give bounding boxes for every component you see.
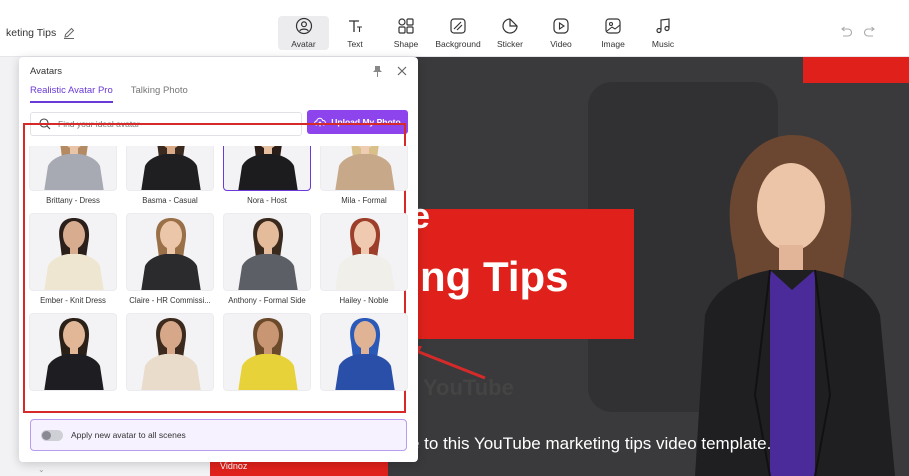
- close-icon[interactable]: [397, 66, 407, 76]
- avatar-name: Basma - Casual: [142, 196, 198, 205]
- avatar-name: Ember - Knit Dress: [40, 296, 106, 305]
- avatar-name: Mila - Formal: [341, 196, 387, 205]
- avatar-card[interactable]: Hailey - Noble: [320, 213, 408, 305]
- background-icon: [450, 18, 466, 34]
- avatar-thumbnail[interactable]: [223, 213, 311, 291]
- avatars-panel: Avatars Realistic Avatar Pro Talking Pho…: [19, 57, 418, 462]
- undo-icon[interactable]: [839, 26, 853, 38]
- tool-avatar[interactable]: Avatar: [278, 16, 329, 50]
- tool-music-label: Music: [651, 39, 675, 49]
- sticker-icon: [502, 18, 518, 34]
- avatar-figure: [44, 218, 104, 290]
- tool-text[interactable]: Text: [337, 16, 373, 50]
- avatar-card[interactable]: Ember - Knit Dress: [29, 213, 117, 305]
- video-icon: [553, 18, 569, 34]
- avatar-thumbnail[interactable]: [29, 146, 117, 191]
- tab-realistic-avatar-pro[interactable]: Realistic Avatar Pro: [30, 85, 113, 103]
- avatar-card[interactable]: Claire - HR Commissi...: [126, 213, 214, 305]
- tool-text-label: Text: [347, 39, 363, 49]
- avatar-name: Brittany - Dress: [46, 196, 100, 205]
- avatar-card[interactable]: Mila - Formal: [320, 146, 408, 205]
- avatar-name: Nora - Host: [247, 196, 287, 205]
- tool-image[interactable]: Image: [595, 16, 631, 50]
- avatar-thumbnail[interactable]: [320, 313, 408, 391]
- avatar-card[interactable]: [223, 313, 311, 396]
- avatar-thumbnail[interactable]: [320, 146, 408, 191]
- tab-talking-photo[interactable]: Talking Photo: [131, 85, 188, 103]
- avatar-figure: [335, 318, 395, 390]
- avatar-tabs: Realistic Avatar Pro Talking Photo: [30, 85, 188, 103]
- tool-video[interactable]: Video: [543, 16, 579, 50]
- avatar-thumbnail[interactable]: [126, 146, 214, 191]
- avatar-card[interactable]: Nora - Host: [223, 146, 311, 205]
- avatar-figure: [335, 146, 395, 190]
- avatar-figure: [335, 218, 395, 290]
- avatar-thumbnail[interactable]: [29, 313, 117, 391]
- avatar-card[interactable]: [320, 313, 408, 396]
- avatar-figure: [238, 218, 298, 290]
- tool-music[interactable]: Music: [645, 16, 681, 50]
- avatar-grid: Brittany - Dress Basma - Casual Nora - Hos…: [29, 146, 409, 408]
- red-banner-top: [803, 57, 909, 83]
- project-title-text[interactable]: keting Tips: [6, 27, 56, 39]
- avatar-thumbnail[interactable]: [223, 313, 311, 391]
- avatar-icon: [295, 17, 312, 35]
- avatar-thumbnail[interactable]: [320, 213, 408, 291]
- avatar-thumbnail[interactable]: [223, 146, 311, 191]
- history-controls: [839, 26, 877, 38]
- tool-video-label: Video: [550, 39, 572, 49]
- apply-all-label: Apply new avatar to all scenes: [71, 430, 186, 440]
- avatar-name: Hailey - Noble: [339, 296, 389, 305]
- avatar-card[interactable]: Brittany - Dress: [29, 146, 117, 205]
- apply-all-toggle[interactable]: [41, 429, 63, 441]
- avatar-figure: [238, 318, 298, 390]
- tool-sticker[interactable]: Sticker: [492, 16, 528, 50]
- collapse-chevron-icon[interactable]: ⌄: [38, 465, 45, 474]
- panel-title: Avatars: [30, 66, 63, 77]
- avatar-figure: [141, 218, 201, 290]
- pin-icon[interactable]: [372, 65, 383, 77]
- shape-icon: [398, 18, 414, 34]
- tool-background[interactable]: Background: [432, 16, 484, 50]
- tool-shape-label: Shape: [393, 39, 419, 49]
- avatar-figure: [141, 146, 201, 190]
- avatar-card[interactable]: [126, 313, 214, 396]
- tool-background-label: Background: [435, 39, 481, 49]
- project-title[interactable]: keting Tips: [6, 26, 76, 40]
- avatar-card[interactable]: Basma - Casual: [126, 146, 214, 205]
- headline-line2[interactable]: ng Tips: [420, 253, 569, 301]
- avatar-thumbnail[interactable]: [126, 213, 214, 291]
- caption-text[interactable]: e to this YouTube marketing tips video t…: [410, 434, 771, 454]
- presenter-avatar[interactable]: [675, 115, 909, 476]
- image-icon: [605, 18, 621, 34]
- avatar-name: Claire - HR Commissi...: [129, 296, 211, 305]
- avatar-figure: [141, 318, 201, 390]
- tool-image-label: Image: [601, 39, 625, 49]
- top-toolbar: keting Tips Avatar Text Shape Background…: [0, 0, 909, 57]
- brand-label: Vidnoz: [220, 461, 248, 471]
- avatar-figure: [238, 146, 298, 190]
- avatar-card[interactable]: [29, 313, 117, 396]
- avatar-card[interactable]: Anthony - Formal Side: [223, 213, 311, 305]
- avatar-thumbnail[interactable]: [29, 213, 117, 291]
- text-icon: [349, 20, 362, 32]
- avatar-name: Anthony - Formal Side: [228, 296, 306, 305]
- tool-sticker-label: Sticker: [497, 39, 523, 49]
- avatar-figure: [44, 318, 104, 390]
- tool-shape[interactable]: Shape: [388, 16, 424, 50]
- edit-pencil-icon[interactable]: [62, 26, 76, 40]
- apply-all-scenes-row: Apply new avatar to all scenes: [30, 419, 407, 451]
- redo-icon[interactable]: [863, 26, 877, 38]
- avatar-figure: [44, 146, 104, 190]
- tool-avatar-label: Avatar: [291, 39, 316, 49]
- music-icon: [656, 18, 670, 34]
- avatar-thumbnail[interactable]: [126, 313, 214, 391]
